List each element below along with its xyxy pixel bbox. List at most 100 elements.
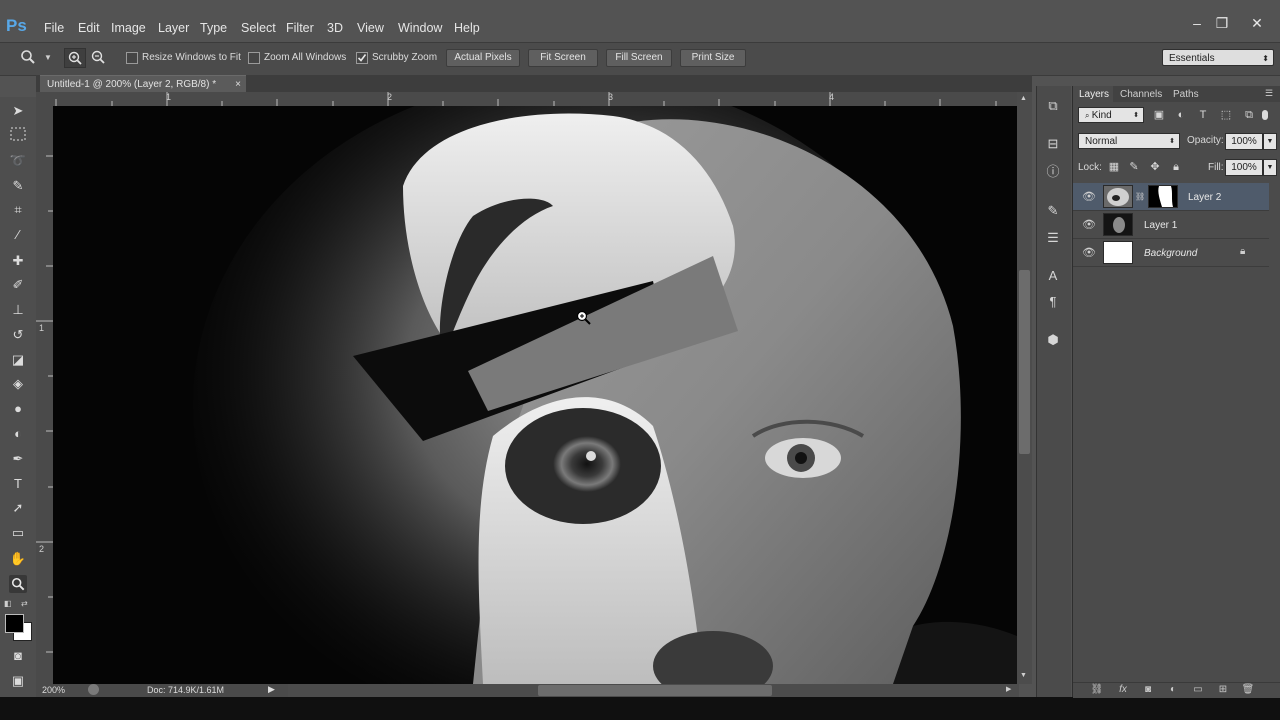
adjustments-panel-icon[interactable]: ☰	[1045, 230, 1061, 246]
close-tab-icon[interactable]: ×	[235, 76, 241, 93]
menu-view[interactable]: View	[357, 21, 384, 35]
menu-3d[interactable]: 3D	[327, 21, 343, 35]
chevron-down-icon[interactable]: ▼	[44, 53, 52, 62]
document-tab[interactable]: Untitled-1 @ 200% (Layer 2, RGB/8) * ×	[40, 75, 246, 92]
screen-mode-icon[interactable]: ▣	[9, 672, 27, 690]
filter-type-icon[interactable]: T	[1196, 108, 1210, 122]
filter-smart-object-icon[interactable]: ⧉	[1242, 108, 1256, 122]
filter-kind-select[interactable]: ⌕ Kind ⬍	[1078, 107, 1144, 123]
properties-panel-icon[interactable]: ⊟	[1045, 136, 1061, 152]
vertical-scroll-thumb[interactable]	[1019, 270, 1030, 454]
menu-help[interactable]: Help	[454, 21, 480, 35]
filter-pixel-icon[interactable]: ▣	[1152, 108, 1166, 122]
fill-screen-button[interactable]: Fill Screen	[606, 49, 672, 67]
menu-image[interactable]: Image	[111, 21, 146, 35]
path-selection-tool-icon[interactable]: ➚	[9, 499, 27, 517]
rectangle-tool-icon[interactable]: ▭	[9, 524, 27, 542]
swap-colors-icon[interactable]: ⇄	[21, 599, 31, 609]
restore-button[interactable]: ❐	[1211, 15, 1233, 32]
scroll-up-icon[interactable]: ▲	[1020, 95, 1027, 102]
filter-adjustment-icon[interactable]: ◐	[1174, 108, 1188, 122]
status-menu-arrow-icon[interactable]: ▶	[268, 684, 275, 695]
layer-style-icon[interactable]: fx	[1116, 684, 1130, 695]
quick-selection-tool-icon[interactable]: ✎	[9, 177, 27, 195]
visibility-eye-icon[interactable]: 👁︎	[1082, 247, 1096, 259]
history-brush-tool-icon[interactable]: ↺	[9, 326, 27, 344]
menu-edit[interactable]: Edit	[78, 21, 100, 35]
document-canvas[interactable]	[53, 106, 1017, 684]
3d-panel-icon[interactable]: ⬢	[1045, 332, 1061, 348]
layer-mask-thumbnail[interactable]	[1148, 185, 1178, 208]
tab-layers[interactable]: Layers	[1079, 89, 1109, 100]
healing-brush-tool-icon[interactable]: ✚	[9, 252, 27, 270]
fill-field[interactable]: 100%	[1225, 159, 1263, 176]
status-info-icon[interactable]	[88, 684, 99, 695]
lock-image-icon[interactable]: ✎	[1127, 160, 1141, 174]
add-mask-icon[interactable]: ◙	[1141, 684, 1155, 695]
blend-mode-select[interactable]: Normal ⬍	[1078, 133, 1180, 149]
visibility-eye-icon[interactable]: 👁︎	[1082, 219, 1096, 231]
adjustment-layer-icon[interactable]: ◐	[1166, 684, 1180, 695]
minimize-button[interactable]: –	[1186, 15, 1208, 31]
delete-layer-icon[interactable]: 🗑︎	[1241, 684, 1255, 695]
default-colors-icon[interactable]: ◧	[4, 599, 14, 609]
history-panel-icon[interactable]: ⧉	[1045, 98, 1061, 114]
eyedropper-tool-icon[interactable]: ⁄	[9, 226, 27, 244]
visibility-eye-icon[interactable]: 👁︎	[1082, 191, 1096, 203]
zoom-in-mode-button[interactable]	[64, 48, 86, 68]
tab-channels[interactable]: Channels	[1120, 89, 1162, 100]
eraser-tool-icon[interactable]: ◪	[9, 351, 27, 369]
crop-tool-icon[interactable]: ⌗	[9, 201, 27, 219]
info-panel-icon[interactable]: ⓘ	[1045, 164, 1061, 180]
type-tool-icon[interactable]: T	[9, 475, 27, 493]
workspace-select[interactable]: Essentials ⬍	[1162, 49, 1274, 66]
zoom-level[interactable]: 200%	[42, 685, 65, 695]
menu-window[interactable]: Window	[398, 21, 442, 35]
menu-file[interactable]: File	[44, 21, 64, 35]
tab-paths[interactable]: Paths	[1173, 89, 1199, 100]
layer-name[interactable]: Background	[1144, 248, 1197, 259]
scrubby-zoom-checkbox[interactable]	[356, 52, 368, 64]
lock-all-icon[interactable]: 🔒︎	[1169, 160, 1183, 174]
scroll-down-icon[interactable]: ▼	[1020, 672, 1027, 679]
lock-transparent-icon[interactable]: ▦	[1107, 160, 1121, 174]
pen-tool-icon[interactable]: ✒	[9, 450, 27, 468]
filter-shape-icon[interactable]: ⬚	[1219, 108, 1233, 122]
menu-type[interactable]: Type	[200, 21, 227, 35]
panel-menu-icon[interactable]: ☰	[1265, 88, 1273, 99]
dodge-tool-icon[interactable]: ◐	[9, 425, 27, 443]
layer-name[interactable]: Layer 2	[1188, 192, 1221, 203]
foreground-color-swatch[interactable]	[5, 614, 24, 633]
blur-tool-icon[interactable]: ●	[9, 400, 27, 418]
filter-toggle[interactable]	[1262, 110, 1268, 120]
paragraph-panel-icon[interactable]: ¶	[1045, 294, 1061, 310]
link-layers-icon[interactable]: ⛓	[1090, 684, 1104, 695]
horizontal-scroll-thumb[interactable]	[538, 685, 772, 696]
fit-screen-button[interactable]: Fit Screen	[528, 49, 598, 67]
menu-select[interactable]: Select	[241, 21, 276, 35]
new-layer-icon[interactable]: ⊞	[1216, 684, 1230, 695]
link-icon[interactable]: ⛓	[1135, 192, 1145, 201]
zoom-tool-icon[interactable]	[9, 575, 27, 593]
close-button[interactable]: ✕	[1246, 15, 1268, 32]
clone-stamp-tool-icon[interactable]: ⊥	[9, 301, 27, 319]
quick-mask-icon[interactable]: ◙	[9, 647, 27, 665]
layer-name[interactable]: Layer 1	[1144, 220, 1177, 231]
character-panel-icon[interactable]: A	[1045, 268, 1061, 284]
zoom-all-checkbox[interactable]	[248, 52, 260, 64]
hand-tool-icon[interactable]: ✋	[9, 550, 27, 568]
menu-layer[interactable]: Layer	[158, 21, 189, 35]
zoom-tool-preset-icon[interactable]	[20, 49, 36, 65]
paint-bucket-tool-icon[interactable]: ◈	[9, 375, 27, 393]
opacity-field[interactable]: 100%	[1225, 133, 1263, 150]
resize-windows-checkbox[interactable]	[126, 52, 138, 64]
opacity-dropdown-icon[interactable]: ▼	[1263, 133, 1277, 150]
move-tool-icon[interactable]: ➤	[9, 102, 27, 120]
lock-position-icon[interactable]: ✥	[1148, 160, 1162, 174]
scroll-right-icon[interactable]: ▶	[1006, 685, 1011, 693]
zoom-out-mode-button[interactable]	[88, 48, 108, 66]
fill-dropdown-icon[interactable]: ▼	[1263, 159, 1277, 176]
lasso-tool-icon[interactable]: ➰	[9, 152, 27, 170]
brush-tool-icon[interactable]: ✐	[9, 276, 27, 294]
print-size-button[interactable]: Print Size	[680, 49, 746, 67]
